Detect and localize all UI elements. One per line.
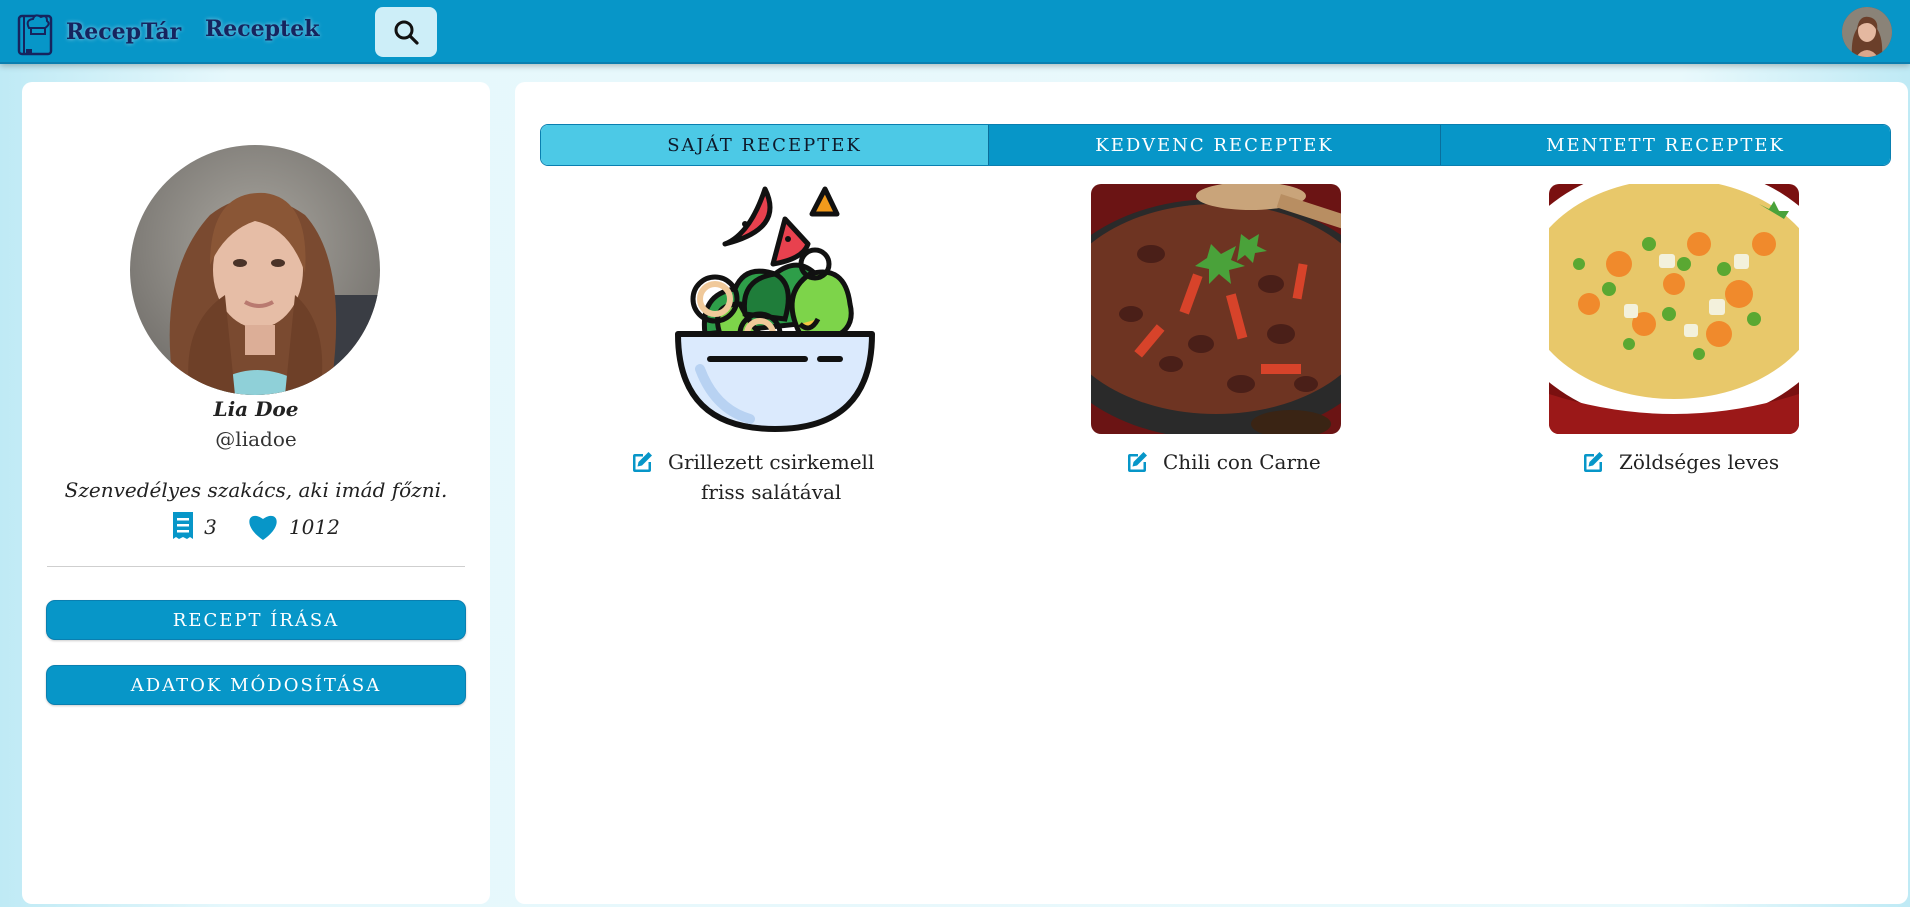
profile-bio: Szenvedélyes szakács, aki imád főzni. — [64, 478, 448, 502]
profile-photo — [130, 145, 380, 395]
profile-name: Lia Doe — [213, 397, 299, 421]
likes-count: 1012 — [288, 515, 340, 539]
profile-image — [130, 145, 380, 395]
recipe-tabs: SAJÁT RECEPTEK KEDVENC RECEPTEK MENTETT … — [540, 124, 1891, 166]
recipes-panel: SAJÁT RECEPTEK KEDVENC RECEPTEK MENTETT … — [515, 82, 1908, 904]
avatar-image — [1842, 7, 1892, 57]
heart-icon — [249, 515, 277, 540]
profile-handle: @liadoe — [215, 427, 297, 451]
vegetable-soup-photo[interactable] — [1549, 184, 1799, 434]
edit-data-button[interactable]: ADATOK MÓDOSÍTÁSA — [46, 665, 466, 705]
tab-own-recipes[interactable]: SAJÁT RECEPTEK — [541, 125, 989, 165]
user-avatar[interactable] — [1842, 7, 1892, 57]
recipe-title-row: Chili con Carne — [1125, 447, 1321, 477]
recipe-title[interactable]: Grillezett csirkemell friss salátával — [668, 447, 874, 507]
likes-stat: 1012 — [247, 513, 340, 541]
receipt-icon — [173, 512, 194, 539]
edit-icon[interactable] — [630, 450, 654, 474]
search-button[interactable] — [375, 7, 437, 57]
recipe-title-row: Zöldséges leves — [1581, 447, 1779, 477]
profile-divider — [47, 566, 465, 567]
nav-link-recipes[interactable]: Receptek — [205, 16, 319, 42]
brand-name: RecepTár — [66, 19, 182, 45]
chef-book-icon — [17, 14, 53, 56]
search-icon — [394, 20, 419, 45]
chili-photo[interactable] — [1091, 184, 1341, 434]
recipes-count: 3 — [204, 515, 217, 539]
profile-card: Lia Doe @liadoe Szenvedélyes szakács, ak… — [22, 82, 490, 904]
recipe-title[interactable]: Zöldséges leves — [1619, 447, 1779, 477]
profile-stats: 3 1012 — [22, 512, 490, 542]
recipe-title[interactable]: Chili con Carne — [1163, 447, 1321, 477]
brand-link[interactable]: RecepTár — [16, 8, 181, 56]
recipe-title-row: Grillezett csirkemell friss salátával — [630, 447, 920, 507]
tab-favorite-recipes[interactable]: KEDVENC RECEPTEK — [989, 125, 1441, 165]
edit-icon[interactable] — [1581, 450, 1605, 474]
write-recipe-button[interactable]: RECEPT ÍRÁSA — [46, 600, 466, 640]
salad-bowl-icon[interactable] — [650, 184, 900, 434]
edit-icon[interactable] — [1125, 450, 1149, 474]
recipes-stat: 3 — [172, 512, 217, 542]
top-navbar: RecepTár Receptek — [0, 0, 1910, 64]
tab-saved-recipes[interactable]: MENTETT RECEPTEK — [1441, 125, 1890, 165]
